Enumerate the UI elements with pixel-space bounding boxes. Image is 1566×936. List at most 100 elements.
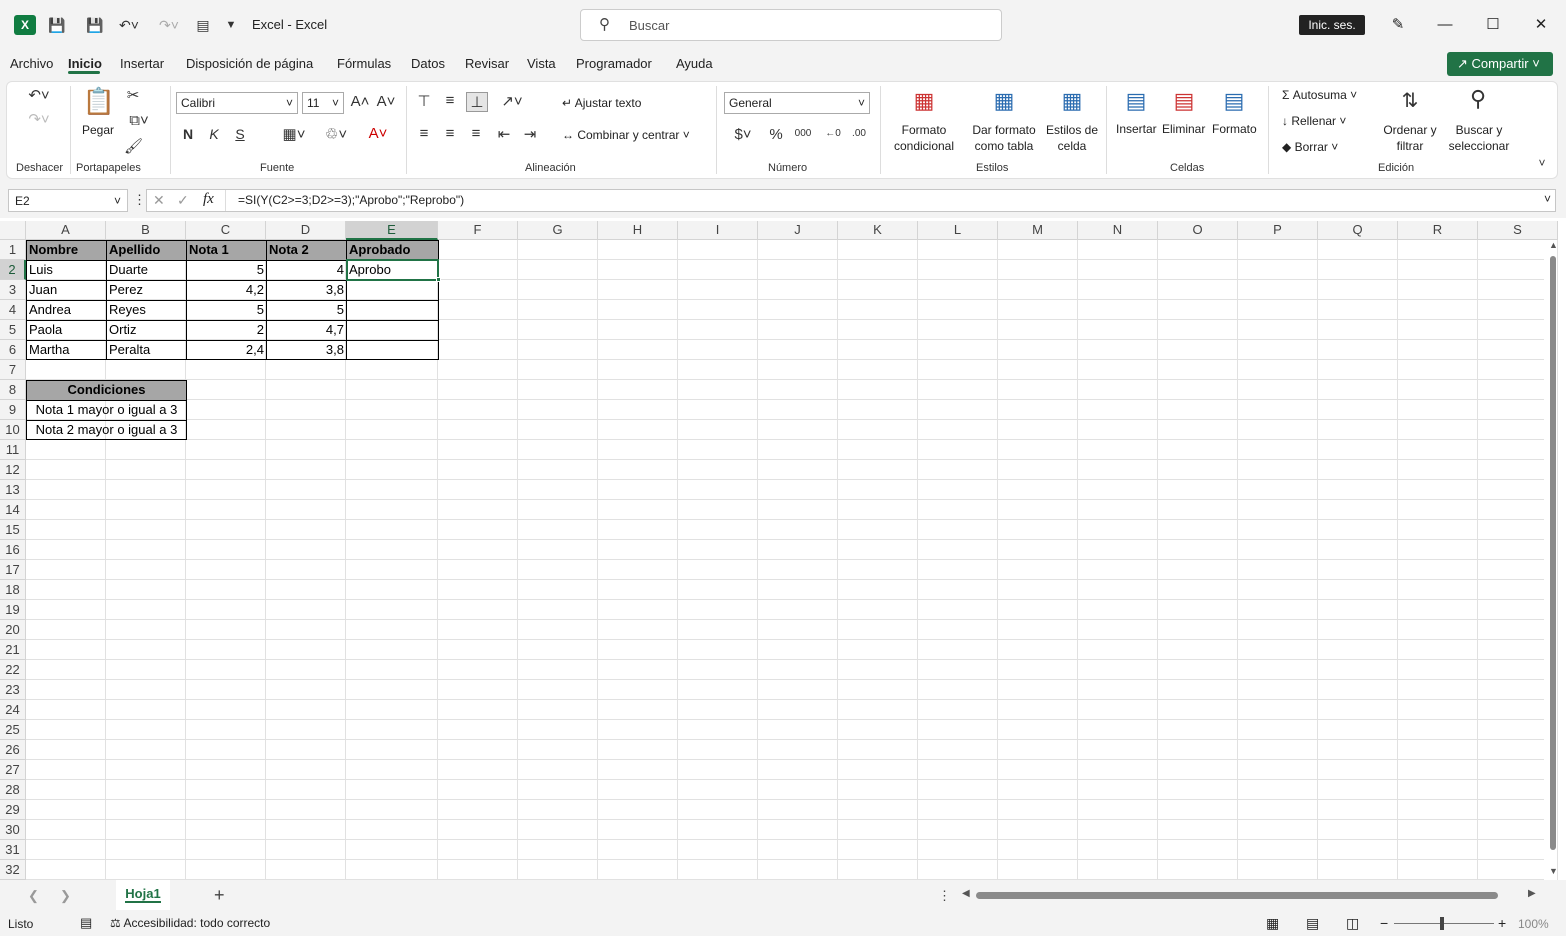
column-header-i[interactable]: I <box>678 221 758 240</box>
page-layout-icon[interactable]: ▤ <box>1306 915 1319 932</box>
tab-disposicion[interactable]: Disposición de página <box>186 56 313 71</box>
row-header-16[interactable]: 16 <box>0 540 26 560</box>
undo-icon[interactable]: ↶˅ <box>24 86 54 104</box>
format-cells-button[interactable]: Formato <box>1212 122 1257 136</box>
row-header-17[interactable]: 17 <box>0 560 26 580</box>
row-header-3[interactable]: 3 <box>0 280 26 300</box>
decrease-font-icon[interactable]: A˅ <box>376 93 396 110</box>
minimize-icon[interactable]: — <box>1430 12 1460 38</box>
format-as-table-icon[interactable]: ▦ <box>988 88 1020 114</box>
vertical-scroll-thumb[interactable] <box>1550 256 1556 850</box>
row-header-28[interactable]: 28 <box>0 780 26 800</box>
tab-splitter-icon[interactable]: ⋮ <box>938 888 951 904</box>
column-header-d[interactable]: D <box>266 221 346 240</box>
cell-styles-button[interactable]: Estilos de celda <box>1044 122 1100 154</box>
row-header-13[interactable]: 13 <box>0 480 26 500</box>
currency-icon[interactable]: $˅ <box>728 126 758 143</box>
copy-icon[interactable]: ⧉˅ <box>124 112 154 129</box>
row-header-12[interactable]: 12 <box>0 460 26 480</box>
scroll-right-icon[interactable]: ▶ <box>1528 888 1536 899</box>
fill-handle[interactable] <box>436 277 441 282</box>
delete-cells-icon[interactable]: ▤ <box>1168 88 1200 114</box>
redo-icon[interactable]: ↷˅ <box>154 14 184 36</box>
row-header-15[interactable]: 15 <box>0 520 26 540</box>
zoom-out-icon[interactable]: − <box>1380 915 1388 931</box>
autosum-button[interactable]: Σ Autosuma ˅ <box>1282 88 1357 102</box>
column-header-a[interactable]: A <box>26 221 106 240</box>
insert-cells-icon[interactable]: ▤ <box>1120 88 1152 114</box>
column-header-c[interactable]: C <box>186 221 266 240</box>
row-header-22[interactable]: 22 <box>0 660 26 680</box>
clear-button[interactable]: ◆ Borrar ˅ <box>1282 140 1338 154</box>
row-header-10[interactable]: 10 <box>0 420 26 440</box>
vertical-scrollbar[interactable]: ▲ ▼ <box>1548 240 1558 880</box>
zoom-slider-thumb[interactable] <box>1440 917 1444 930</box>
borders-icon[interactable]: ▦˅ <box>276 125 312 143</box>
delete-cells-button[interactable]: Eliminar <box>1162 122 1205 136</box>
tab-ayuda[interactable]: Ayuda <box>676 56 713 71</box>
search-box[interactable]: ⚲ Buscar <box>580 9 1002 41</box>
align-center-icon[interactable]: ≡ <box>440 125 460 142</box>
font-color-icon[interactable]: A˅ <box>360 125 396 142</box>
tab-revisar[interactable]: Revisar <box>465 56 509 71</box>
row-header-23[interactable]: 23 <box>0 680 26 700</box>
row-header-18[interactable]: 18 <box>0 580 26 600</box>
format-cells-icon[interactable]: ▤ <box>1218 88 1250 114</box>
cut-icon[interactable]: ✂ <box>124 86 142 104</box>
bold-button[interactable]: N <box>180 126 196 142</box>
column-header-s[interactable]: S <box>1478 221 1558 240</box>
paste-label[interactable]: Pegar <box>82 123 114 137</box>
row-header-25[interactable]: 25 <box>0 720 26 740</box>
conditional-format-icon[interactable]: ▦ <box>908 88 940 114</box>
scroll-left-icon[interactable]: ◀ <box>962 888 970 899</box>
horizontal-scroll-thumb[interactable] <box>976 892 1498 899</box>
increase-indent-icon[interactable]: ⇥ <box>520 125 540 143</box>
column-header-e[interactable]: E <box>346 221 438 240</box>
zoom-in-icon[interactable]: + <box>1498 915 1506 931</box>
more-options-icon[interactable]: ⋮ <box>133 192 146 208</box>
close-icon[interactable]: ✕ <box>1526 12 1556 38</box>
column-header-b[interactable]: B <box>106 221 186 240</box>
find-select-icon[interactable]: ⚲ <box>1462 86 1494 112</box>
maximize-icon[interactable]: ☐ <box>1478 12 1508 38</box>
normal-view-icon[interactable]: ▦ <box>1266 915 1279 932</box>
expand-formula-icon[interactable]: ˅ <box>1544 192 1551 206</box>
column-header-n[interactable]: N <box>1078 221 1158 240</box>
align-top-icon[interactable]: ⊤ <box>414 92 434 110</box>
row-header-31[interactable]: 31 <box>0 840 26 860</box>
row-header-2[interactable]: 2 <box>0 260 26 280</box>
zoom-slider[interactable] <box>1394 923 1494 924</box>
column-header-m[interactable]: M <box>998 221 1078 240</box>
row-header-20[interactable]: 20 <box>0 620 26 640</box>
fill-button[interactable]: ↓ Rellenar ˅ <box>1282 114 1346 128</box>
decrease-decimal-icon[interactable]: .00 <box>848 128 870 139</box>
tab-programador[interactable]: Programador <box>576 56 652 71</box>
name-box[interactable]: E2 ˅ <box>8 189 128 212</box>
row-header-26[interactable]: 26 <box>0 740 26 760</box>
row-header-11[interactable]: 11 <box>0 440 26 460</box>
tab-formulas[interactable]: Fórmulas <box>337 56 391 71</box>
column-header-g[interactable]: G <box>518 221 598 240</box>
pen-icon[interactable]: ✎ <box>1383 12 1413 38</box>
decrease-indent-icon[interactable]: ⇤ <box>494 125 514 143</box>
format-painter-icon[interactable]: 🖌 <box>124 137 143 155</box>
sort-filter-icon[interactable]: ⇅ <box>1394 88 1426 113</box>
merge-center-button[interactable]: ↔ Combinar y centrar ˅ <box>562 128 690 142</box>
tab-insertar[interactable]: Insertar <box>120 56 164 71</box>
add-sheet-icon[interactable]: + <box>214 885 225 906</box>
font-name-select[interactable]: Calibri ˅ <box>176 92 298 114</box>
underline-button[interactable]: S <box>232 126 248 142</box>
save-icon[interactable]: 💾 <box>46 14 68 36</box>
prev-sheet-icon[interactable]: ❮ <box>28 888 39 904</box>
paste-icon[interactable]: 📋 <box>82 86 116 117</box>
tab-inicio[interactable]: Inicio <box>68 56 102 71</box>
thousands-icon[interactable]: 000 <box>792 128 814 139</box>
format-as-table-button[interactable]: Dar formato como tabla <box>966 122 1042 154</box>
share-button[interactable]: ↗ Compartir ˅ <box>1447 52 1553 76</box>
tab-datos[interactable]: Datos <box>411 56 445 71</box>
percent-icon[interactable]: % <box>766 126 786 143</box>
row-header-5[interactable]: 5 <box>0 320 26 340</box>
row-header-1[interactable]: 1 <box>0 240 26 260</box>
row-header-19[interactable]: 19 <box>0 600 26 620</box>
align-right-icon[interactable]: ≡ <box>466 125 486 142</box>
